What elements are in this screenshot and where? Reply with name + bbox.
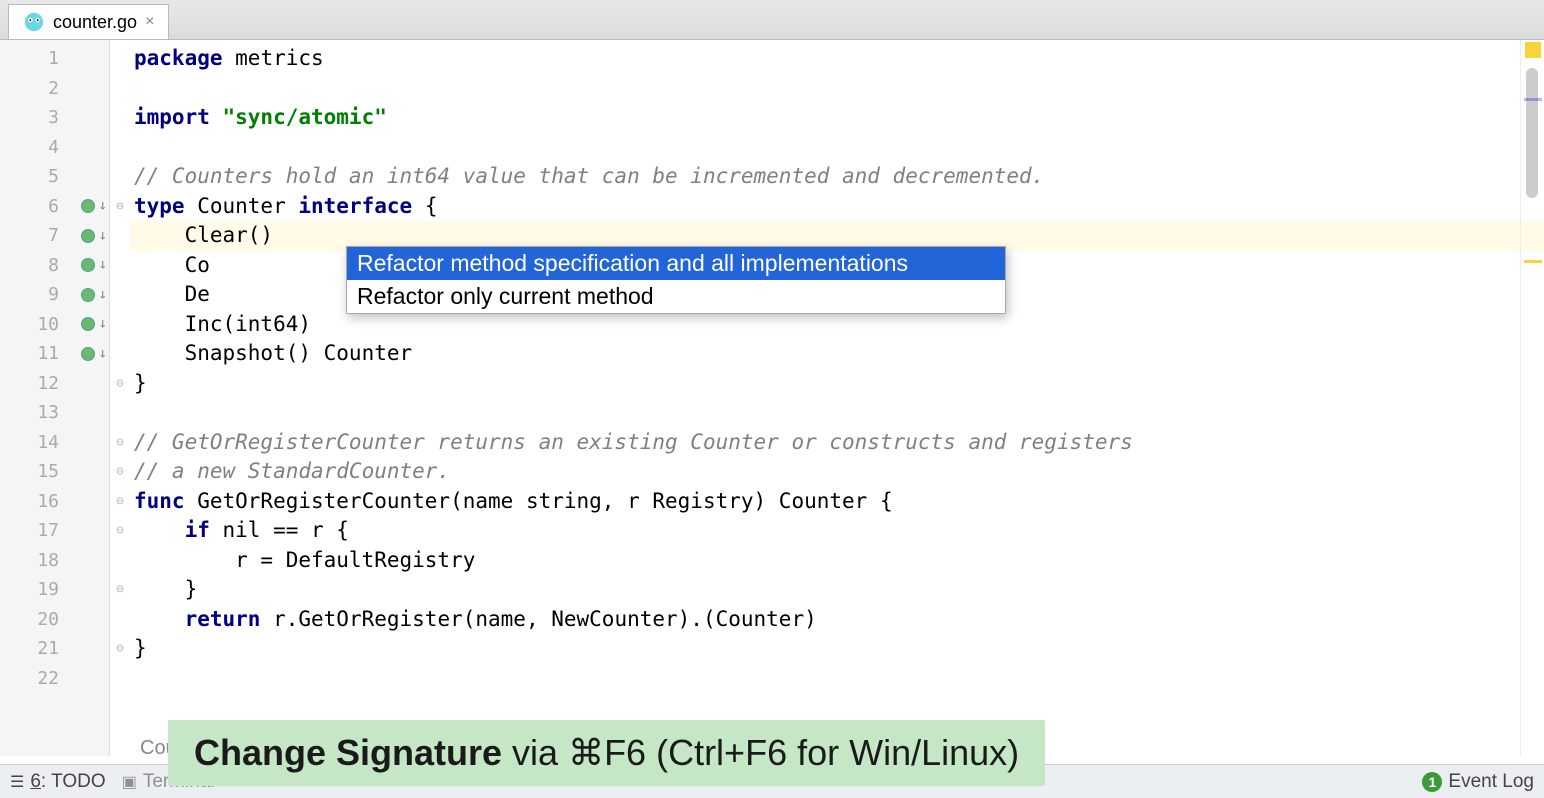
line-gutter: 1 2 3 4 5 6↓ 7↓ 8↓ 9↓ 10↓ 11↓ 12 13 14 1…	[0, 40, 110, 756]
fold-toggle-icon[interactable]: ⊖	[110, 634, 130, 664]
shortcut-hint-banner: Change Signature via ⌘F6 (Ctrl+F6 for Wi…	[168, 720, 1045, 786]
gutter-line: 5	[0, 162, 109, 192]
fold-column: ⊖ ⊖ ⊖ ⊖ ⊖ ⊖ ⊖ ⊖	[110, 40, 130, 756]
gutter-line: 4	[0, 133, 109, 163]
gutter-line: 22	[0, 664, 109, 694]
event-count-badge: 1	[1422, 772, 1442, 792]
gutter-line[interactable]: 10↓	[0, 310, 109, 340]
fold-toggle-icon[interactable]: ⊖	[110, 369, 130, 399]
gutter-line: 21	[0, 634, 109, 664]
down-arrow-icon: ↓	[99, 339, 107, 369]
todo-tool-button[interactable]: ☰ 6: TODO	[10, 771, 106, 793]
implements-marker-icon[interactable]	[81, 229, 95, 243]
fold-toggle-icon[interactable]: ⊖	[110, 575, 130, 605]
down-arrow-icon: ↓	[99, 192, 107, 222]
down-arrow-icon: ↓	[99, 310, 107, 340]
gutter-line: 20	[0, 605, 109, 635]
file-tab[interactable]: counter.go ×	[8, 4, 169, 39]
tab-bar: counter.go ×	[0, 0, 1544, 40]
scrollbar[interactable]	[1520, 40, 1544, 756]
close-tab-icon[interactable]: ×	[145, 13, 154, 31]
implements-marker-icon[interactable]	[81, 317, 95, 331]
down-arrow-icon: ↓	[99, 280, 107, 310]
editor-area: 1 2 3 4 5 6↓ 7↓ 8↓ 9↓ 10↓ 11↓ 12 13 14 1…	[0, 40, 1544, 756]
gutter-line: 15	[0, 457, 109, 487]
hint-text: via ⌘F6 (Ctrl+F6 for Win/Linux)	[512, 732, 1019, 774]
down-arrow-icon: ↓	[99, 251, 107, 281]
fold-toggle-icon[interactable]: ⊖	[110, 192, 130, 222]
gutter-line[interactable]: 6↓	[0, 192, 109, 222]
hint-title: Change Signature	[194, 732, 502, 774]
event-log-button[interactable]: 1 Event Log	[1422, 771, 1534, 793]
gutter-line: 13	[0, 398, 109, 428]
gutter-line[interactable]: 7↓	[0, 221, 109, 251]
fold-toggle-icon[interactable]: ⊖	[110, 516, 130, 546]
gutter-line: 19	[0, 575, 109, 605]
gutter-line: 17	[0, 516, 109, 546]
scroll-thumb[interactable]	[1526, 68, 1538, 198]
gutter-line: 18	[0, 546, 109, 576]
gutter-line: 2	[0, 74, 109, 104]
fold-toggle-icon[interactable]: ⊖	[110, 457, 130, 487]
refactor-context-menu: Refactor method specification and all im…	[346, 246, 1006, 314]
menu-item-refactor-all[interactable]: Refactor method specification and all im…	[347, 247, 1005, 280]
code-editor[interactable]: package metrics import "sync/atomic" // …	[130, 40, 1544, 756]
implements-marker-icon[interactable]	[81, 258, 95, 272]
gutter-line: 12	[0, 369, 109, 399]
go-file-icon	[23, 11, 45, 33]
implements-marker-icon[interactable]	[81, 199, 95, 213]
fold-toggle-icon[interactable]: ⊖	[110, 487, 130, 517]
gutter-line[interactable]: 11↓	[0, 339, 109, 369]
fold-toggle-icon[interactable]: ⊖	[110, 428, 130, 458]
gutter-line: 1	[0, 44, 109, 74]
tab-filename: counter.go	[53, 12, 137, 33]
keyword: package	[134, 46, 223, 70]
keyword: import	[134, 105, 210, 129]
terminal-icon: ▣	[122, 772, 137, 792]
comment: // GetOrRegisterCounter returns an exist…	[134, 430, 1133, 454]
comment: // a new StandardCounter.	[134, 459, 450, 483]
comment: // Counters hold an int64 value that can…	[134, 164, 1044, 188]
gutter-line[interactable]: 8↓	[0, 251, 109, 281]
gutter-line: 3	[0, 103, 109, 133]
gutter-line: 16	[0, 487, 109, 517]
list-icon: ☰	[10, 772, 24, 792]
gutter-line[interactable]: 9↓	[0, 280, 109, 310]
implements-marker-icon[interactable]	[81, 288, 95, 302]
menu-item-refactor-current[interactable]: Refactor only current method	[347, 280, 1005, 313]
gutter-line: 14	[0, 428, 109, 458]
implements-marker-icon[interactable]	[81, 347, 95, 361]
scroll-marker[interactable]	[1524, 260, 1542, 263]
down-arrow-icon: ↓	[99, 221, 107, 251]
string-literal: "sync/atomic"	[210, 105, 387, 129]
warning-marker-icon[interactable]	[1525, 42, 1541, 58]
